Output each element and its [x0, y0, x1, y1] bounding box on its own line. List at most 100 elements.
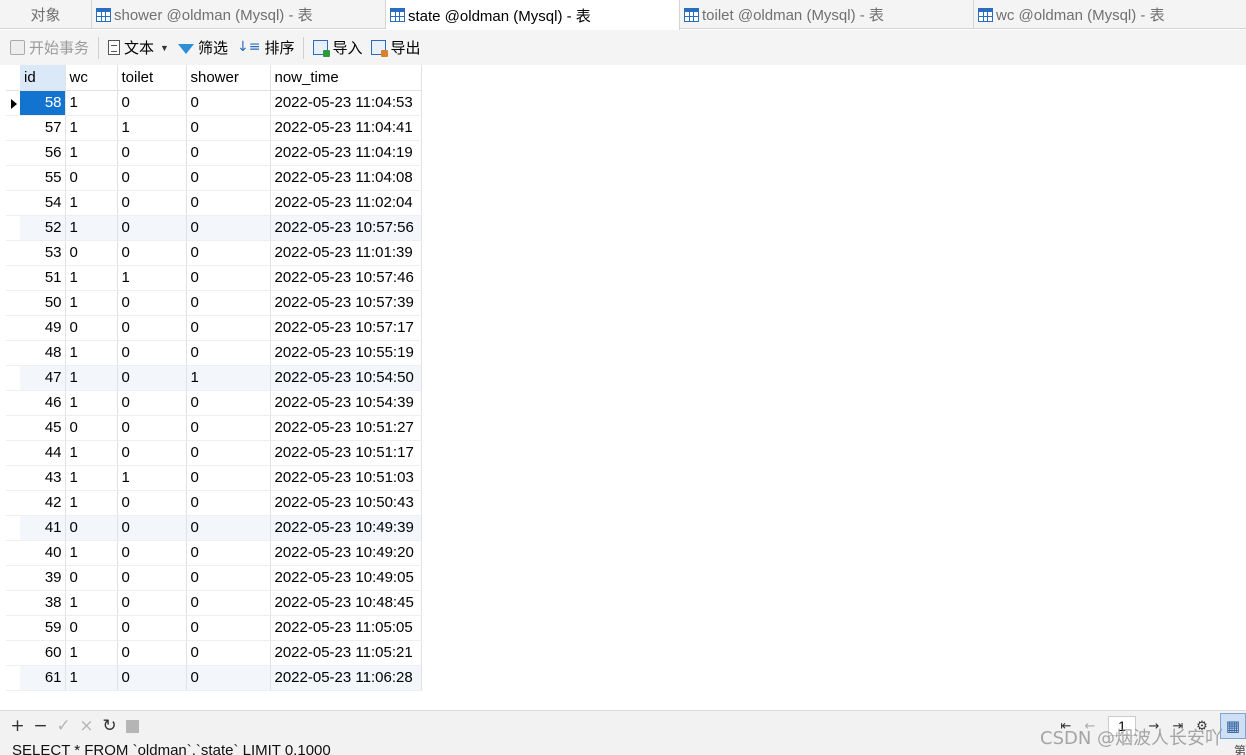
cell-now-time[interactable]: 2022-05-23 11:02:04: [270, 190, 422, 216]
table-row[interactable]: 53 0 0 0 2022-05-23 11:01:39: [6, 240, 422, 266]
filter-button[interactable]: 筛选: [177, 37, 228, 58]
cell-id[interactable]: 45: [20, 415, 66, 441]
cell-wc[interactable]: 0: [65, 415, 118, 441]
table-row[interactable]: 50 1 0 0 2022-05-23 10:57:39: [6, 290, 422, 316]
cell-toilet[interactable]: 0: [117, 640, 187, 666]
cell-now-time[interactable]: 2022-05-23 10:55:19: [270, 340, 422, 366]
cell-shower[interactable]: 0: [186, 465, 271, 491]
cell-shower[interactable]: 0: [186, 265, 271, 291]
cell-now-time[interactable]: 2022-05-23 10:50:43: [270, 490, 422, 516]
apply-changes-button[interactable]: ✓: [52, 716, 75, 736]
cell-shower[interactable]: 0: [186, 315, 271, 341]
cell-id[interactable]: 52: [20, 215, 66, 241]
cell-wc[interactable]: 1: [65, 340, 118, 366]
cell-wc[interactable]: 0: [65, 565, 118, 591]
refresh-button[interactable]: ↻: [98, 716, 121, 736]
cell-id[interactable]: 43: [20, 465, 66, 491]
text-button[interactable]: 文本 ▼: [108, 37, 169, 58]
row-indicator[interactable]: [6, 540, 20, 566]
column-header-id[interactable]: id: [20, 65, 66, 91]
cell-id[interactable]: 56: [20, 140, 66, 166]
cell-now-time[interactable]: 2022-05-23 11:04:08: [270, 165, 422, 191]
row-indicator[interactable]: [6, 265, 20, 291]
cell-toilet[interactable]: 0: [117, 340, 187, 366]
row-indicator[interactable]: [6, 90, 20, 116]
cell-toilet[interactable]: 0: [117, 490, 187, 516]
cell-toilet[interactable]: 0: [117, 515, 187, 541]
cell-wc[interactable]: 1: [65, 465, 118, 491]
table-row[interactable]: 39 0 0 0 2022-05-23 10:49:05: [6, 565, 422, 591]
cell-toilet[interactable]: 1: [117, 115, 187, 141]
cell-shower[interactable]: 0: [186, 240, 271, 266]
cell-toilet[interactable]: 0: [117, 165, 187, 191]
cell-toilet[interactable]: 0: [117, 290, 187, 316]
row-indicator[interactable]: [6, 315, 20, 341]
cell-id[interactable]: 53: [20, 240, 66, 266]
row-indicator[interactable]: [6, 515, 20, 541]
cell-now-time[interactable]: 2022-05-23 10:57:46: [270, 265, 422, 291]
cell-id[interactable]: 49: [20, 315, 66, 341]
cell-shower[interactable]: 0: [186, 290, 271, 316]
cell-id[interactable]: 38: [20, 590, 66, 616]
stop-button[interactable]: ■: [121, 716, 144, 736]
cell-id[interactable]: 61: [20, 665, 66, 691]
table-row[interactable]: 44 1 0 0 2022-05-23 10:51:17: [6, 440, 422, 466]
row-indicator[interactable]: [6, 615, 20, 641]
cell-shower[interactable]: 0: [186, 515, 271, 541]
cell-wc[interactable]: 1: [65, 265, 118, 291]
cell-now-time[interactable]: 2022-05-23 10:54:39: [270, 390, 422, 416]
cell-wc[interactable]: 0: [65, 165, 118, 191]
table-row[interactable]: 60 1 0 0 2022-05-23 11:05:21: [6, 640, 422, 666]
cell-shower[interactable]: 0: [186, 565, 271, 591]
cell-wc[interactable]: 1: [65, 115, 118, 141]
cell-toilet[interactable]: 0: [117, 215, 187, 241]
cell-shower[interactable]: 0: [186, 115, 271, 141]
cell-wc[interactable]: 1: [65, 640, 118, 666]
cell-shower[interactable]: 0: [186, 440, 271, 466]
cell-now-time[interactable]: 2022-05-23 11:05:21: [270, 640, 422, 666]
discard-changes-button[interactable]: ×: [75, 716, 98, 736]
row-indicator[interactable]: [6, 240, 20, 266]
cell-shower[interactable]: 0: [186, 340, 271, 366]
table-row[interactable]: 42 1 0 0 2022-05-23 10:50:43: [6, 490, 422, 516]
cell-toilet[interactable]: 1: [117, 265, 187, 291]
delete-record-button[interactable]: −: [29, 716, 52, 736]
sort-button[interactable]: ↓≡ 排序: [237, 37, 294, 58]
cell-toilet[interactable]: 1: [117, 465, 187, 491]
cell-shower[interactable]: 0: [186, 390, 271, 416]
cell-id[interactable]: 41: [20, 515, 66, 541]
cell-id[interactable]: 48: [20, 340, 66, 366]
cell-toilet[interactable]: 0: [117, 315, 187, 341]
cell-wc[interactable]: 0: [65, 615, 118, 641]
table-row[interactable]: 45 0 0 0 2022-05-23 10:51:27: [6, 415, 422, 441]
cell-wc[interactable]: 0: [65, 515, 118, 541]
cell-now-time[interactable]: 2022-05-23 10:57:56: [270, 215, 422, 241]
cell-shower[interactable]: 0: [186, 490, 271, 516]
cell-id[interactable]: 39: [20, 565, 66, 591]
cell-id[interactable]: 46: [20, 390, 66, 416]
row-indicator[interactable]: [6, 440, 20, 466]
cell-now-time[interactable]: 2022-05-23 11:04:19: [270, 140, 422, 166]
cell-shower[interactable]: 0: [186, 190, 271, 216]
cell-now-time[interactable]: 2022-05-23 11:04:41: [270, 115, 422, 141]
cell-now-time[interactable]: 2022-05-23 10:54:50: [270, 365, 422, 391]
cell-wc[interactable]: 1: [65, 140, 118, 166]
cell-wc[interactable]: 1: [65, 440, 118, 466]
table-row[interactable]: 57 1 1 0 2022-05-23 11:04:41: [6, 115, 422, 141]
cell-now-time[interactable]: 2022-05-23 10:51:27: [270, 415, 422, 441]
cell-toilet[interactable]: 0: [117, 240, 187, 266]
cell-id[interactable]: 50: [20, 290, 66, 316]
cell-now-time[interactable]: 2022-05-23 10:51:03: [270, 465, 422, 491]
tab-objects[interactable]: 对象: [0, 0, 92, 29]
import-button[interactable]: 导入: [313, 37, 362, 58]
row-indicator[interactable]: [6, 640, 20, 666]
cell-id[interactable]: 57: [20, 115, 66, 141]
table-row[interactable]: 51 1 1 0 2022-05-23 10:57:46: [6, 265, 422, 291]
table-row[interactable]: 54 1 0 0 2022-05-23 11:02:04: [6, 190, 422, 216]
cell-shower[interactable]: 0: [186, 590, 271, 616]
cell-toilet[interactable]: 0: [117, 540, 187, 566]
table-row[interactable]: 48 1 0 0 2022-05-23 10:55:19: [6, 340, 422, 366]
cell-shower[interactable]: 0: [186, 215, 271, 241]
cell-shower[interactable]: 0: [186, 615, 271, 641]
cell-toilet[interactable]: 0: [117, 190, 187, 216]
